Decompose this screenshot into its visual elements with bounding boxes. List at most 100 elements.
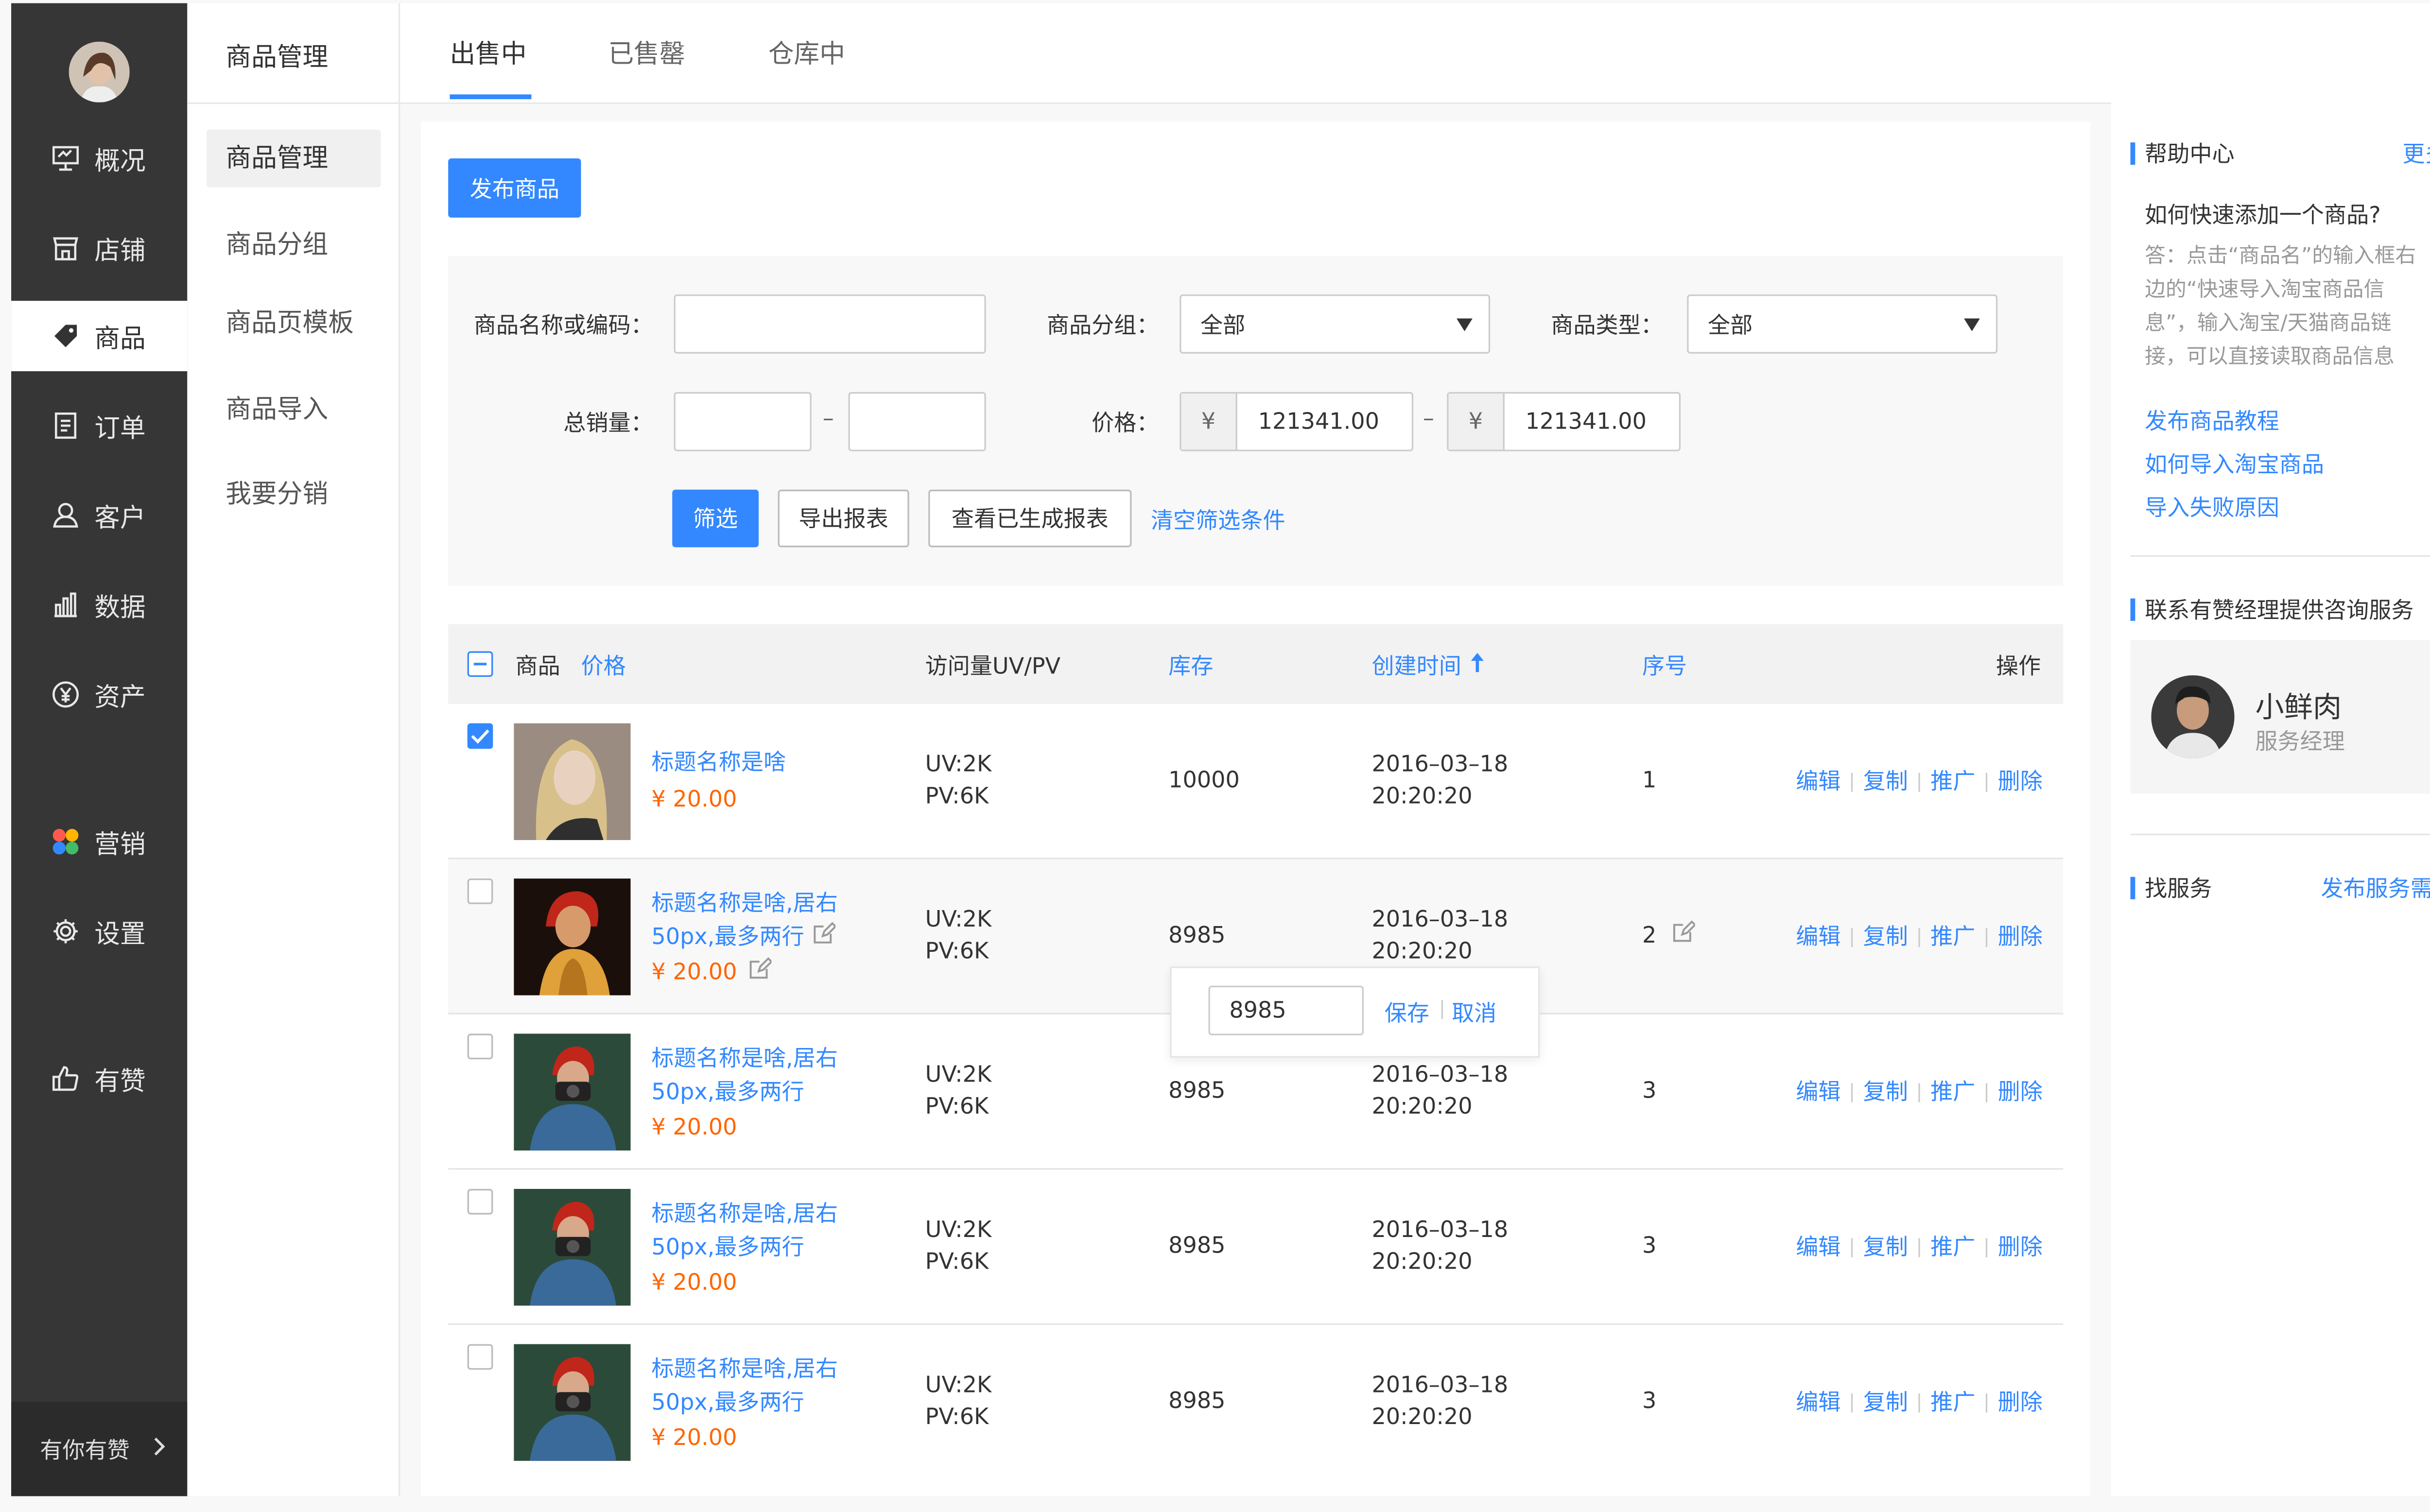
export-report-button[interactable]: 导出报表 bbox=[778, 489, 909, 548]
publish-service-link[interactable]: 发布服务需求 bbox=[2321, 872, 2430, 904]
tab-in-warehouse[interactable]: 仓库中 bbox=[768, 32, 845, 70]
copy-link[interactable]: 复制 bbox=[1863, 1075, 1908, 1107]
header-created-sort[interactable]: 创建时间 bbox=[1371, 650, 1485, 682]
stock-value: 8985 bbox=[1168, 1389, 1226, 1415]
copy-link[interactable]: 复制 bbox=[1863, 765, 1908, 797]
help-more-link[interactable]: 更多 bbox=[2402, 137, 2430, 170]
promote-link[interactable]: 推广 bbox=[1930, 765, 1975, 797]
nav-item-assets[interactable]: 资产 bbox=[11, 659, 187, 730]
sales-min-input[interactable] bbox=[674, 392, 812, 451]
sales-max-input[interactable] bbox=[848, 392, 986, 451]
product-name-input[interactable] bbox=[674, 294, 986, 354]
product-title-link[interactable]: 标题名称是啥,居右 bbox=[651, 1199, 838, 1232]
product-type-select[interactable]: 全部 bbox=[1687, 294, 1998, 354]
filter-button[interactable]: 筛选 bbox=[672, 489, 759, 548]
edit-link[interactable]: 编辑 bbox=[1796, 920, 1840, 952]
stock-edit-input[interactable]: 8985 bbox=[1208, 985, 1364, 1035]
tab-sold-out[interactable]: 已售罄 bbox=[608, 32, 685, 70]
subnav-item-page-templates[interactable]: 商品页模板 bbox=[207, 294, 381, 352]
promote-link[interactable]: 推广 bbox=[1930, 1075, 1975, 1107]
product-title-link[interactable]: 标题名称是啥,居右 bbox=[651, 888, 838, 922]
promote-link[interactable]: 推广 bbox=[1930, 920, 1975, 952]
product-thumbnail[interactable] bbox=[514, 723, 631, 841]
nav-item-customers[interactable]: 客户 bbox=[11, 480, 187, 550]
edit-icon[interactable] bbox=[1672, 920, 1697, 952]
edit-link[interactable]: 编辑 bbox=[1796, 1386, 1840, 1418]
product-thumbnail[interactable] bbox=[514, 1188, 631, 1306]
help-answer-line: 息”，输入淘宝/天猫商品链 bbox=[2145, 312, 2392, 336]
header-product: 商品 bbox=[515, 654, 560, 680]
help-link-publish-tutorial[interactable]: 发布商品教程 bbox=[2145, 405, 2279, 437]
chevron-right-icon bbox=[152, 1436, 165, 1462]
edit-link[interactable]: 编辑 bbox=[1796, 1231, 1840, 1263]
promote-link[interactable]: 推广 bbox=[1930, 1231, 1975, 1263]
product-title-line2[interactable]: 50px,最多两行 bbox=[651, 1077, 804, 1110]
nav-label: 概况 bbox=[94, 145, 146, 176]
header-stock-sort[interactable]: 库存 bbox=[1168, 650, 1213, 682]
product-title-line2[interactable]: 50px,最多两行 bbox=[651, 1387, 804, 1421]
promote-link[interactable]: 推广 bbox=[1930, 1386, 1975, 1418]
nav-bottom-youzan[interactable]: 有你有赞 bbox=[11, 1402, 188, 1496]
view-reports-button[interactable]: 查看已生成报表 bbox=[928, 489, 1132, 548]
created-time: 20:20:20 bbox=[1371, 939, 1473, 965]
delete-link[interactable]: 删除 bbox=[1998, 1231, 2043, 1263]
select-all-checkbox[interactable] bbox=[467, 651, 493, 677]
product-thumbnail[interactable] bbox=[514, 1033, 631, 1151]
row-checkbox[interactable] bbox=[467, 1033, 493, 1060]
row-checkbox[interactable] bbox=[467, 723, 493, 749]
help-link-import-failure[interactable]: 导入失败原因 bbox=[2145, 491, 2279, 523]
delete-link[interactable]: 删除 bbox=[1998, 1386, 2043, 1418]
divider bbox=[187, 102, 399, 104]
copy-link[interactable]: 复制 bbox=[1863, 1386, 1908, 1418]
product-title-line2[interactable]: 50px,最多两行 bbox=[651, 1232, 804, 1266]
edit-link[interactable]: 编辑 bbox=[1796, 1075, 1840, 1107]
status-tabs bbox=[400, 3, 2430, 104]
publish-product-button[interactable]: 发布商品 bbox=[448, 158, 581, 218]
help-link-import-taobao[interactable]: 如何导入淘宝商品 bbox=[2145, 448, 2324, 480]
delete-link[interactable]: 删除 bbox=[1998, 765, 2043, 797]
sort-order-value: 3 bbox=[1642, 1234, 1657, 1259]
save-link[interactable]: 保存 bbox=[1385, 997, 1429, 1029]
user-avatar[interactable] bbox=[69, 41, 130, 103]
header-sort-order[interactable]: 序号 bbox=[1642, 650, 1687, 682]
copy-link[interactable]: 复制 bbox=[1863, 1231, 1908, 1263]
marketing-icon bbox=[50, 825, 82, 858]
product-thumbnail[interactable] bbox=[514, 878, 631, 996]
nav-item-shop[interactable]: 店铺 bbox=[11, 213, 187, 283]
nav-item-data[interactable]: 数据 bbox=[11, 569, 187, 640]
nav-item-settings[interactable]: 设置 bbox=[11, 896, 187, 966]
price-min-value: 121341.00 bbox=[1258, 409, 1379, 435]
subnav-item-product-management[interactable]: 商品管理 bbox=[206, 129, 381, 188]
nav-item-marketing[interactable]: 营销 bbox=[11, 807, 187, 877]
edit-icon[interactable] bbox=[814, 922, 838, 955]
delete-link[interactable]: 删除 bbox=[1998, 1075, 2043, 1107]
nav-item-overview[interactable]: 概况 bbox=[11, 123, 187, 194]
delete-link[interactable]: 删除 bbox=[1998, 920, 2043, 952]
row-checkbox[interactable] bbox=[467, 1188, 493, 1215]
price-min-input[interactable]: ¥ 121341.00 bbox=[1180, 392, 1414, 451]
edit-link[interactable]: 编辑 bbox=[1796, 765, 1840, 797]
product-thumbnail[interactable] bbox=[514, 1344, 631, 1461]
product-title-link[interactable]: 标题名称是啥 bbox=[651, 747, 786, 781]
edit-icon[interactable] bbox=[750, 957, 774, 990]
subnav-item-product-import[interactable]: 商品导入 bbox=[207, 381, 381, 439]
nav-item-orders[interactable]: 订单 bbox=[11, 391, 187, 461]
price-max-input[interactable]: ¥ 121341.00 bbox=[1447, 392, 1681, 451]
row-checkbox[interactable] bbox=[467, 1344, 493, 1370]
subnav-item-distribution[interactable]: 我要分销 bbox=[207, 465, 381, 523]
row-checkbox[interactable] bbox=[467, 878, 493, 904]
cancel-link[interactable]: 取消 bbox=[1452, 997, 1496, 1029]
nav-item-youzan[interactable]: 有赞 bbox=[11, 1043, 187, 1114]
nav-item-products[interactable]: 商品 bbox=[11, 301, 188, 372]
tab-on-sale[interactable]: 出售中 bbox=[450, 32, 526, 70]
clear-filters-link[interactable]: 清空筛选条件 bbox=[1151, 504, 1285, 536]
product-title-line2[interactable]: 50px,最多两行 bbox=[651, 922, 838, 955]
caret-down-icon bbox=[1456, 311, 1473, 337]
subnav-item-product-groups[interactable]: 商品分组 bbox=[207, 216, 381, 274]
product-group-select[interactable]: 全部 bbox=[1180, 294, 1491, 354]
service-section-title-text: 找服务 bbox=[2145, 876, 2212, 903]
product-title-link[interactable]: 标题名称是啥,居右 bbox=[651, 1354, 838, 1387]
product-title-link[interactable]: 标题名称是啥,居右 bbox=[651, 1043, 838, 1077]
copy-link[interactable]: 复制 bbox=[1863, 920, 1908, 952]
header-price-sort[interactable]: 价格 bbox=[581, 650, 626, 682]
